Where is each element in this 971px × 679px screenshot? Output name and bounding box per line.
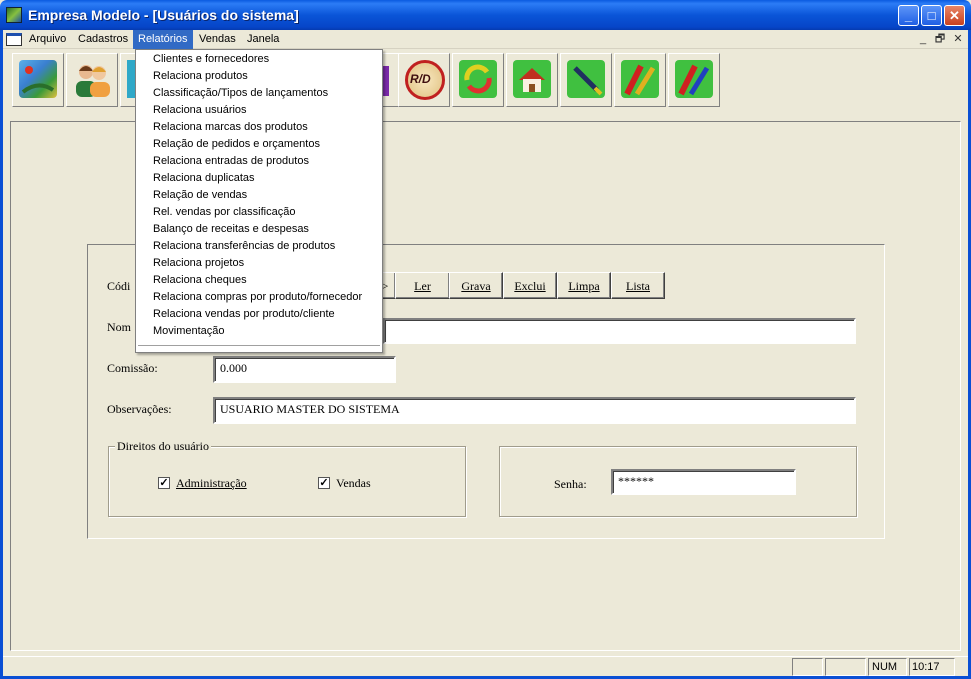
- menu-item-movimentacao[interactable]: Movimentação: [153, 323, 225, 340]
- status-panel-1: [792, 658, 823, 676]
- codigo-label: Códi: [107, 279, 131, 293]
- grava-button[interactable]: Grava: [449, 272, 503, 299]
- menu-item-vendas-produto-cliente[interactable]: Relaciona vendas por produto/cliente: [153, 306, 335, 323]
- lista-button[interactable]: Lista: [611, 272, 665, 299]
- menu-item-relaciona-duplicatas[interactable]: Relaciona duplicatas: [153, 170, 255, 187]
- users-icon: [73, 60, 111, 98]
- toolbar-home-button[interactable]: [506, 53, 558, 107]
- toolbar-pencil-red-button[interactable]: [614, 53, 666, 107]
- mdi-close-button[interactable]: ✕: [950, 32, 966, 46]
- menu-item-relaciona-transferencias[interactable]: Relaciona transferências de produtos: [153, 238, 335, 255]
- menu-item-relaciona-usuarios[interactable]: Relaciona usuários: [153, 102, 247, 119]
- purple-icon: [383, 66, 389, 96]
- menu-item-relaciona-projetos[interactable]: Relaciona projetos: [153, 255, 244, 272]
- menu-janela[interactable]: Janela: [242, 30, 284, 49]
- map-icon: [19, 60, 57, 98]
- menu-vendas[interactable]: Vendas: [194, 30, 241, 49]
- administracao-checkbox[interactable]: ✓: [158, 477, 170, 489]
- mdi-minimize-button[interactable]: _: [915, 32, 931, 46]
- toolbar-refresh-button[interactable]: [452, 53, 504, 107]
- menu-cadastros[interactable]: Cadastros: [73, 30, 133, 49]
- menu-item-classificacao-tipos[interactable]: Classificação/Tipos de lançamentos: [153, 85, 328, 102]
- status-time: 10:17: [909, 658, 955, 676]
- menu-item-compras-produto-fornecedor[interactable]: Relaciona compras por produto/fornecedor: [153, 289, 362, 306]
- menu-item-clientes-fornecedores[interactable]: Clientes e fornecedores: [153, 51, 269, 68]
- toolbar-hidden-button[interactable]: [383, 53, 399, 107]
- status-num: NUM: [868, 658, 907, 676]
- toolbar-users-button[interactable]: [66, 53, 118, 107]
- minimize-button[interactable]: _: [898, 5, 919, 26]
- toolbar-partial-button[interactable]: [120, 53, 136, 107]
- administracao-label[interactable]: Administração: [176, 476, 247, 491]
- menu-item-relaciona-cheques[interactable]: Relaciona cheques: [153, 272, 247, 289]
- senha-field[interactable]: ******: [611, 469, 796, 495]
- observacoes-label: Observações:: [107, 402, 172, 416]
- nome-field[interactable]: [383, 318, 856, 344]
- window-border-left: [0, 30, 3, 679]
- menu-item-rel-vendas-classificacao[interactable]: Rel. vendas por classificação: [153, 204, 295, 221]
- direitos-group-title: Direitos do usuário: [115, 439, 211, 454]
- rd-label: R/D: [410, 72, 431, 86]
- vendas-checkbox[interactable]: ✓: [318, 477, 330, 489]
- toolbar-pen-button[interactable]: [560, 53, 612, 107]
- observacoes-field[interactable]: USUARIO MASTER DO SISTEMA: [213, 397, 856, 424]
- ler-button[interactable]: Ler: [395, 272, 450, 299]
- toolbar-pencil-blue-button[interactable]: [668, 53, 720, 107]
- comissao-field[interactable]: 0.000: [213, 356, 396, 383]
- menu-item-relaciona-produtos[interactable]: Relaciona produtos: [153, 68, 248, 85]
- toolbar-map-button[interactable]: [12, 53, 64, 107]
- menu-item-balanco-receitas[interactable]: Balanço de receitas e despesas: [153, 221, 309, 238]
- status-panel-2: [825, 658, 866, 676]
- menu-item-relaciona-entradas[interactable]: Relaciona entradas de produtos: [153, 153, 309, 170]
- document-icon[interactable]: [6, 33, 22, 46]
- close-button[interactable]: ✕: [944, 5, 965, 26]
- pen-icon: [567, 60, 605, 98]
- menu-item-relacao-vendas[interactable]: Relação de vendas: [153, 187, 247, 204]
- window-title: Empresa Modelo - [Usuários do sistema]: [28, 7, 299, 23]
- maximize-button[interactable]: □: [921, 5, 942, 26]
- pencil-red-icon: [621, 60, 659, 98]
- home-icon: [513, 60, 551, 98]
- nome-label: Nom: [107, 320, 131, 334]
- rd-icon: R/D: [405, 60, 445, 100]
- pencil-blue-icon: [675, 60, 713, 98]
- menu-item-relaciona-marcas[interactable]: Relaciona marcas dos produtos: [153, 119, 308, 136]
- menu-arquivo[interactable]: Arquivo: [24, 30, 71, 49]
- menu-item-relacao-pedidos[interactable]: Relação de pedidos e orçamentos: [153, 136, 320, 153]
- exclui-button[interactable]: Exclui: [503, 272, 557, 299]
- dropdown-separator: [138, 345, 380, 346]
- senha-label: Senha:: [554, 477, 587, 491]
- mdi-restore-button[interactable]: 🗗: [932, 32, 948, 46]
- comissao-label: Comissão:: [107, 361, 158, 375]
- toolbar-rd-button[interactable]: R/D: [398, 53, 450, 107]
- refresh-icon: [459, 60, 497, 98]
- app-icon[interactable]: [6, 7, 22, 23]
- vendas-label[interactable]: Vendas: [336, 476, 371, 491]
- menu-relatorios[interactable]: Relatórios: [133, 30, 193, 49]
- limpa-button[interactable]: Limpa: [557, 272, 611, 299]
